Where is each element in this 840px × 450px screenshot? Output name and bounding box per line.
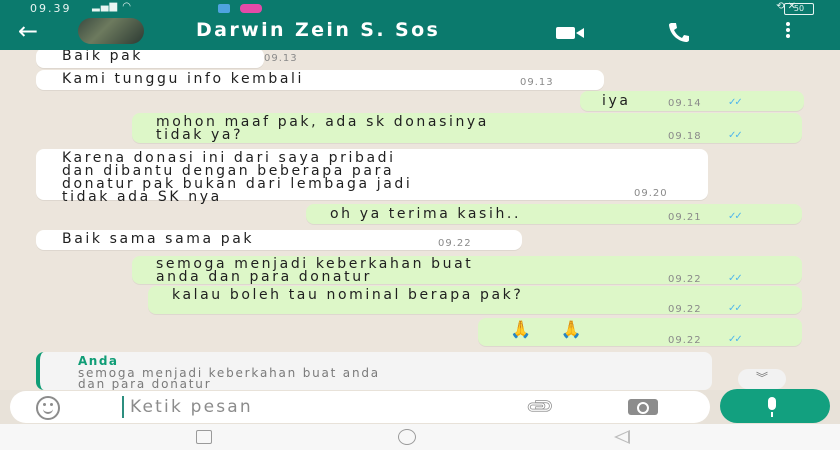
arrow-left-icon[interactable]: ←: [18, 19, 38, 43]
message-bubble[interactable]: Baik sama sama pak 09.22: [36, 230, 522, 250]
paperclip-icon[interactable]: 📎︎: [523, 390, 557, 424]
text-cursor: [122, 396, 124, 418]
message-text: Baik pak: [62, 50, 144, 64]
status-bar: 09.39 ▂▄▆ ◠ ⟲ ✕ 50: [0, 0, 840, 18]
read-ticks-icon: ✓✓: [728, 97, 743, 108]
emoji-icon[interactable]: [36, 396, 60, 420]
message-text: Baik sama sama pak: [62, 231, 255, 247]
home-icon[interactable]: [398, 429, 416, 445]
message-time: 09.22: [438, 238, 472, 249]
status-time: 09.39: [30, 2, 72, 15]
message-input[interactable]: Ketik pesan: [130, 397, 253, 417]
battery-icon: 50: [784, 3, 814, 15]
avatar[interactable]: [78, 18, 144, 44]
signal-icon: ▂▄▆ ◠: [92, 1, 132, 12]
recent-apps-icon[interactable]: [196, 430, 212, 444]
message-input-bar[interactable]: Ketik pesan 📎︎: [10, 391, 710, 423]
chat-header: 09.39 ▂▄▆ ◠ ⟲ ✕ 50 ← Darwin Zein S. Sos: [0, 0, 840, 50]
message-text: 🙏 🙏: [510, 320, 594, 340]
message-text: semoga menjadi keberkahan buat anda dan …: [156, 256, 474, 285]
nav-back-icon[interactable]: [614, 430, 630, 444]
message-bubble[interactable]: Baik pak 09.13: [36, 50, 297, 68]
message-time: 09.18: [668, 131, 702, 142]
mic-icon: [768, 397, 776, 417]
read-ticks-icon: ✓✓: [728, 334, 743, 345]
message-time: 09.22: [668, 274, 702, 285]
message-bubble[interactable]: iya 09.14 ✓✓: [580, 91, 804, 111]
message-time: 09.13: [264, 53, 298, 64]
more-vert-icon[interactable]: [786, 22, 790, 40]
system-navigation-bar: [0, 424, 840, 450]
message-text: Kami tunggu info kembali: [62, 71, 305, 87]
message-list[interactable]: Baik pak 09.13 Kami tunggu info kembali …: [0, 50, 840, 390]
message-time: 09.21: [668, 212, 702, 223]
message-bubble[interactable]: Karena donasi ini dari saya pribadi dan …: [36, 149, 708, 204]
message-text: Karena donasi ini dari saya pribadi dan …: [62, 150, 413, 205]
notification-app-icon: [218, 4, 230, 13]
message-bubble[interactable]: 🙏 🙏 09.22 ✓✓: [478, 318, 802, 346]
read-ticks-icon: ✓✓: [728, 130, 743, 141]
message-text: mohon maaf pak, ada sk donasinya tidak y…: [156, 114, 489, 143]
message-bubble[interactable]: mohon maaf pak, ada sk donasinya tidak y…: [132, 113, 802, 143]
notification-app-icon: [240, 4, 262, 13]
message-time: 09.22: [668, 335, 702, 346]
message-bubble[interactable]: kalau boleh tau nominal berapa pak? 09.2…: [148, 286, 802, 315]
message-bubble[interactable]: semoga menjadi keberkahan buat anda dan …: [132, 256, 802, 285]
message-time: 09.13: [520, 77, 554, 88]
read-ticks-icon: ✓✓: [728, 273, 743, 284]
read-ticks-icon: ✓✓: [728, 303, 743, 314]
chevron-down-icon[interactable]: ︾: [738, 369, 786, 389]
message-bubble[interactable]: oh ya terima kasih.. 09.21 ✓✓: [306, 204, 802, 224]
phone-icon[interactable]: [668, 22, 690, 42]
message-text: oh ya terima kasih..: [330, 206, 522, 222]
mic-button[interactable]: [720, 389, 830, 423]
camera-icon[interactable]: [628, 399, 658, 415]
message-time: 09.14: [668, 98, 702, 109]
message-text: iya: [602, 93, 631, 109]
message-text: kalau boleh tau nominal berapa pak?: [172, 287, 524, 303]
message-time: 09.20: [634, 188, 668, 199]
read-ticks-icon: ✓✓: [728, 211, 743, 222]
reply-text: semoga menjadi keberkahan buat anda dan …: [78, 366, 380, 390]
video-call-icon[interactable]: [556, 26, 584, 40]
message-bubble[interactable]: Kami tunggu info kembali 09.13: [36, 70, 604, 90]
message-time: 09.22: [668, 304, 702, 315]
contact-name[interactable]: Darwin Zein S. Sos: [196, 19, 440, 41]
reply-preview[interactable]: Anda semoga menjadi keberkahan buat anda…: [36, 352, 712, 390]
